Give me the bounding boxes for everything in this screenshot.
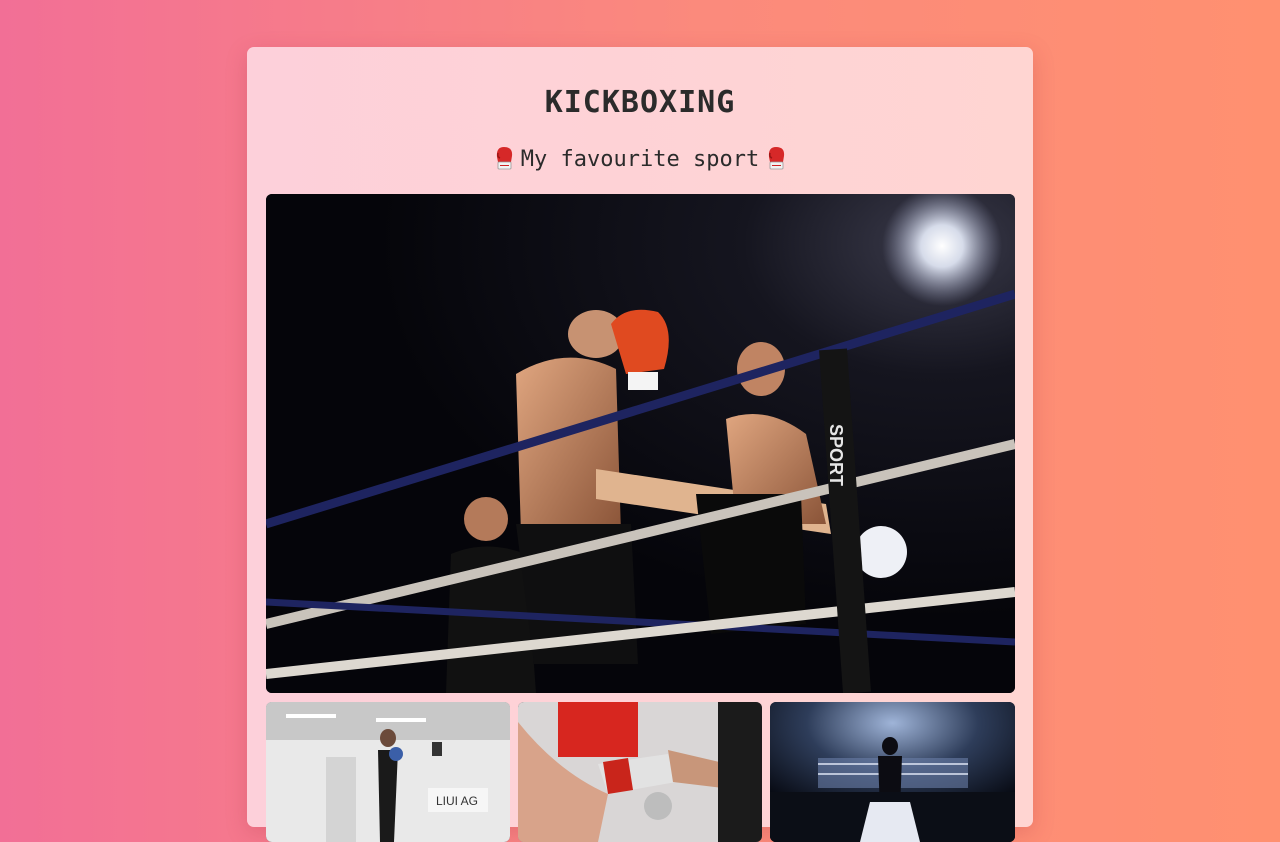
- hand-wrapping-thumbnail[interactable]: [518, 702, 762, 842]
- page-title: KICKBOXING: [544, 85, 736, 120]
- main-kickboxing-photo[interactable]: SPORT: [266, 194, 1015, 693]
- content-card: KICKBOXING My favourite sport SPORT LIUI…: [247, 47, 1033, 842]
- gym-training-thumbnail[interactable]: LIUI AG: [266, 702, 510, 842]
- gym-sign-text: LIUI AG: [436, 794, 478, 808]
- subtitle-text: My favourite sport: [520, 147, 760, 172]
- page-subtitle: My favourite sport: [247, 145, 1033, 172]
- rope-strap-text: SPORT: [826, 424, 846, 486]
- boxing-glove-icon: [769, 147, 785, 170]
- boxing-glove-icon: [496, 147, 512, 170]
- arena-entrance-thumbnail[interactable]: [770, 702, 1015, 842]
